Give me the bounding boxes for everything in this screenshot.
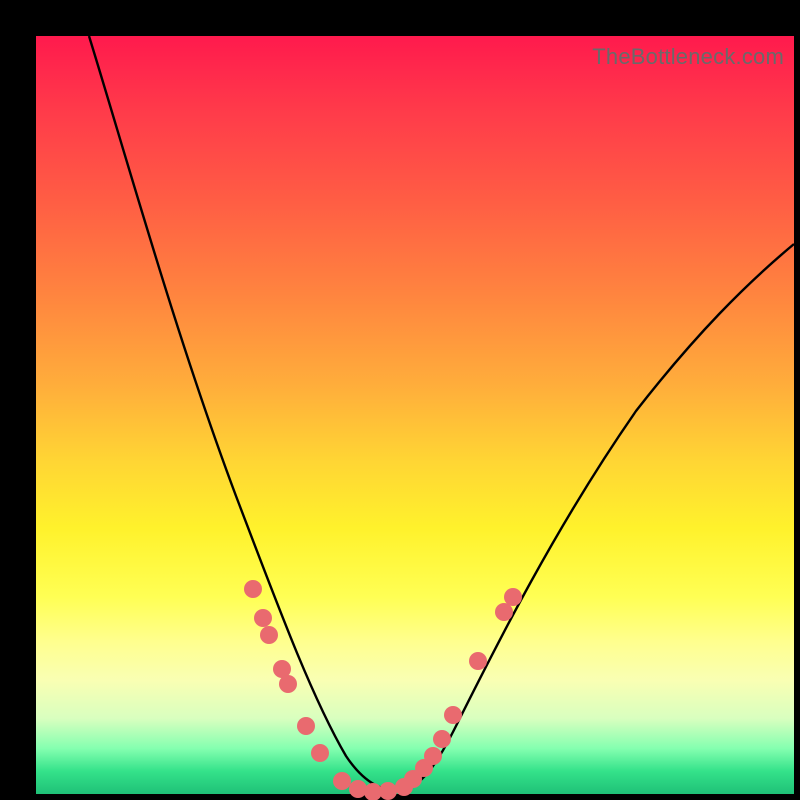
dot (444, 706, 462, 724)
dot (469, 652, 487, 670)
bottleneck-curve-path (89, 36, 794, 790)
dot (504, 588, 522, 606)
dot (424, 747, 442, 765)
dot (244, 580, 262, 598)
dot (311, 744, 329, 762)
dot (349, 780, 367, 798)
dot (279, 675, 297, 693)
dot (379, 782, 397, 800)
plot-area: TheBottleneck.com (36, 36, 794, 794)
dot (333, 772, 351, 790)
chart-svg (36, 36, 794, 794)
dot (297, 717, 315, 735)
dot (433, 730, 451, 748)
dot (254, 609, 272, 627)
dot (495, 603, 513, 621)
dot (260, 626, 278, 644)
outer-frame: TheBottleneck.com (0, 0, 800, 800)
dots-group (244, 580, 522, 800)
